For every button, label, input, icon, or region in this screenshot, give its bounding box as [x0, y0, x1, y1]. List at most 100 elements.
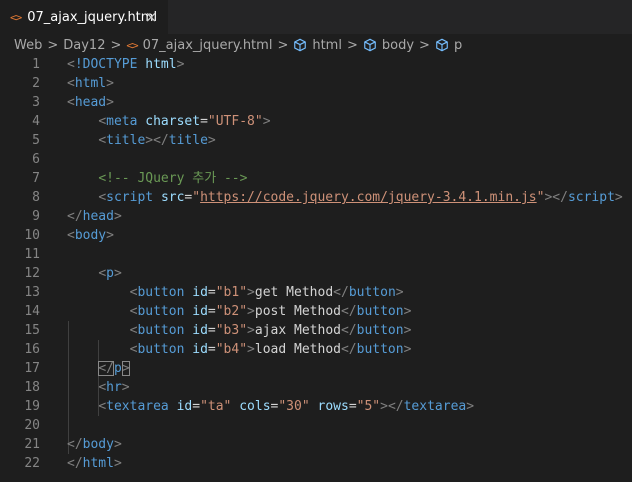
code-text: <html>	[67, 74, 114, 93]
code-text: </head>	[67, 207, 122, 226]
code-token: p	[113, 361, 122, 376]
breadcrumb-label: p	[453, 37, 463, 53]
code-line[interactable]: 6	[0, 150, 632, 169]
code-token: =	[207, 304, 216, 319]
code-token: >	[176, 57, 185, 72]
code-line[interactable]: 20	[0, 416, 632, 435]
code-token: >	[113, 209, 122, 224]
line-number: 18	[24, 380, 40, 395]
breadcrumb-item[interactable]: p	[435, 38, 462, 53]
code-token: </	[98, 361, 114, 376]
line-number: 15	[24, 323, 40, 338]
code-line[interactable]: 11	[0, 245, 632, 264]
chevron-right-icon: >	[346, 37, 358, 53]
line-number: 11	[24, 247, 40, 262]
code-token: >	[395, 285, 404, 300]
breadcrumb-item[interactable]: html	[293, 38, 342, 53]
code-token: <	[98, 190, 107, 205]
code-line[interactable]: 22 </html>	[0, 454, 632, 473]
code-line[interactable]: 19 <textarea id="ta" cols="30" rows="5">…	[0, 397, 632, 416]
breadcrumb-label: html	[312, 37, 342, 53]
code-line[interactable]: 15 <button id="b3">ajax Method</button>	[0, 321, 632, 340]
code-text: <title></title>	[67, 131, 216, 150]
code-line[interactable]: 21 </body>	[0, 435, 632, 454]
code-line[interactable]: 9 </head>	[0, 207, 632, 226]
line-number: 21	[24, 437, 40, 452]
code-line[interactable]: 17 </p>	[0, 359, 632, 378]
breadcrumb-label: 07_ajax_jquery.html	[142, 37, 273, 53]
close-icon[interactable]: ×	[142, 8, 160, 26]
breadcrumb-item[interactable]: Day12	[63, 38, 105, 53]
code-token: charset	[145, 114, 201, 129]
code-token: rows	[317, 399, 349, 414]
line-number: 5	[32, 133, 40, 148]
line-number: 1	[32, 57, 40, 72]
code-line[interactable]: 2 <html>	[0, 74, 632, 93]
code-line[interactable]: 7 <!-- JQuery 추가 -->	[0, 169, 632, 188]
code-token: head	[82, 209, 114, 224]
code-token: >	[113, 266, 122, 281]
code-token: "b3"	[215, 323, 248, 338]
code-token: id	[192, 304, 208, 319]
code-line[interactable]: 1 <!DOCTYPE html>	[0, 55, 632, 74]
code-token: id	[192, 285, 208, 300]
breadcrumb-label: body	[381, 37, 415, 53]
breadcrumb-item[interactable]: <> 07_ajax_jquery.html	[126, 38, 272, 53]
code-token: >	[262, 114, 271, 129]
code-text: <!-- JQuery 추가 -->	[67, 169, 247, 188]
code-text: </body>	[67, 435, 122, 454]
line-number: 3	[32, 95, 40, 110]
code-text: <button id="b2">post Method</button>	[67, 302, 412, 321]
code-token: >	[121, 361, 130, 376]
breadcrumb-item[interactable]: body	[363, 38, 414, 53]
editor-tab[interactable]: <> 07_ajax_jquery.html ×	[0, 0, 168, 34]
code-token: >	[466, 399, 475, 414]
line-number: 22	[24, 456, 40, 471]
code-token: ></	[544, 190, 568, 205]
code-token: >	[614, 190, 623, 205]
code-line[interactable]: 5 <title></title>	[0, 131, 632, 150]
code-line[interactable]: 16 <button id="b4">load Method</button>	[0, 340, 632, 359]
line-number: 10	[24, 228, 40, 243]
code-token: button	[137, 342, 193, 357]
code-token: id	[176, 399, 193, 414]
html-file-icon: <>	[126, 38, 138, 52]
code-line[interactable]: 10 <body>	[0, 226, 632, 245]
code-line[interactable]: 18 <hr>	[0, 378, 632, 397]
code-line[interactable]: 8 <script src="https://code.jquery.com/j…	[0, 188, 632, 207]
code-line[interactable]: 4 <meta charset="UTF-8">	[0, 112, 632, 131]
code-token: button	[137, 285, 193, 300]
code-line[interactable]: 3 <head>	[0, 93, 632, 112]
code-token: ></	[380, 399, 404, 414]
cube-icon	[435, 38, 454, 52]
code-line[interactable]: 12 <p>	[0, 264, 632, 283]
code-token: </	[333, 285, 349, 300]
code-token: >	[106, 95, 114, 110]
line-number: 4	[32, 114, 40, 129]
line-number: 13	[24, 285, 40, 300]
code-token: id	[192, 342, 208, 357]
code-token: button	[348, 285, 396, 300]
code-token: <	[67, 76, 75, 91]
code-token: =	[348, 399, 357, 414]
breadcrumb-item[interactable]: Web	[14, 38, 42, 53]
code-token: "UTF-8"	[207, 114, 263, 129]
code-line[interactable]: 14 <button id="b2">post Method</button>	[0, 302, 632, 321]
code-token: <	[98, 114, 107, 129]
code-line[interactable]: 13 <button id="b1">get Method</button>	[0, 283, 632, 302]
code-token: hr	[106, 380, 122, 395]
code-token: ajax Method	[254, 323, 341, 338]
code-token: </	[67, 209, 83, 224]
code-token: >	[207, 133, 216, 148]
code-token: post Method	[254, 304, 341, 319]
code-editor[interactable]: 1 <!DOCTYPE html> 2 <html> 3 <head> 4 <meta ch…	[0, 55, 632, 482]
code-token: <	[98, 399, 107, 414]
code-token: button	[356, 323, 404, 338]
code-token: "	[192, 190, 201, 205]
line-number: 20	[24, 418, 40, 433]
